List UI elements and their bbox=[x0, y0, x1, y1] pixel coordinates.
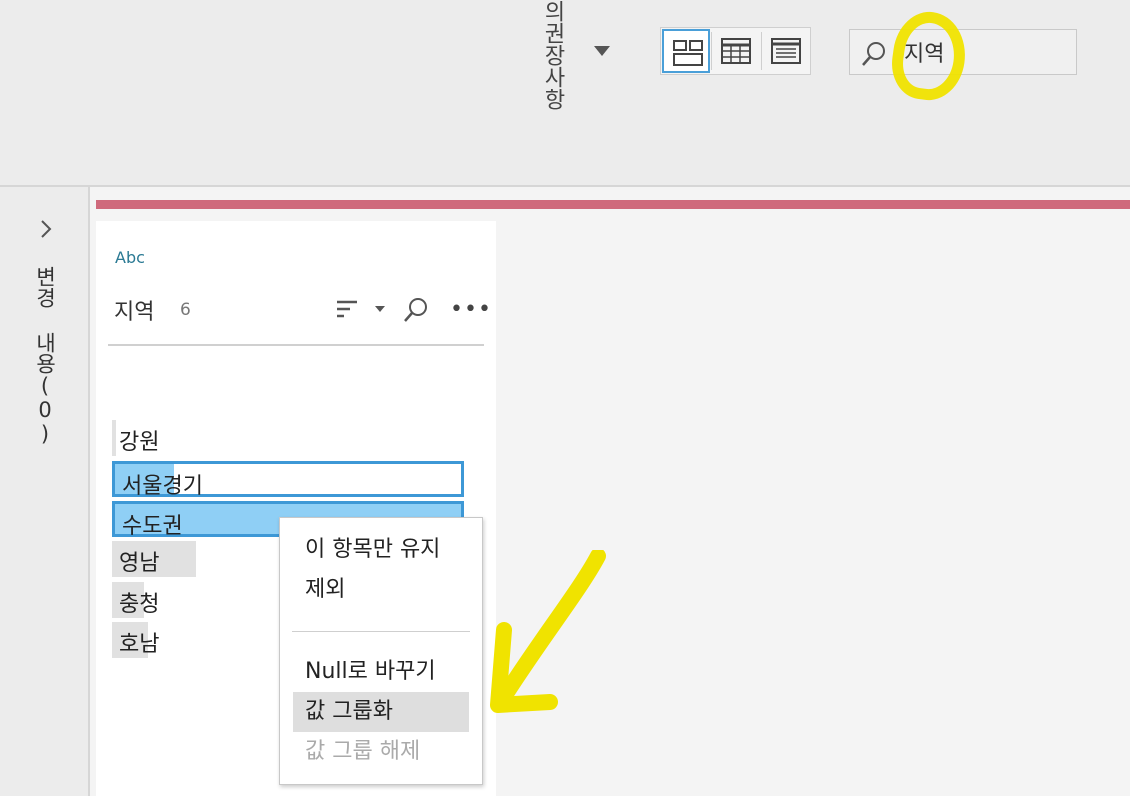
group-values-menu-item[interactable]: 값 그룹화 bbox=[293, 692, 469, 732]
changes-count-label[interactable]: 변경 내용(0) bbox=[28, 266, 62, 446]
value-row[interactable]: 서울경기 bbox=[112, 461, 464, 499]
search-icon bbox=[862, 42, 885, 66]
list-view-button[interactable] bbox=[762, 29, 810, 73]
value-label: 수도권 bbox=[122, 514, 183, 539]
recommendations-label[interactable]: 의권장사항 bbox=[540, 0, 568, 110]
context-menu: 이 항목만 유지 제외 Null로 바꾸기 값 그룹화 값 그룹 해제 bbox=[279, 517, 483, 785]
list-view-icon bbox=[771, 38, 801, 64]
value-label: 호남 bbox=[119, 632, 160, 657]
table-view-icon bbox=[721, 38, 751, 64]
profile-view-button[interactable] bbox=[662, 29, 710, 73]
replace-null-menu-item[interactable]: Null로 바꾸기 bbox=[293, 652, 469, 692]
field-name[interactable]: 지역 bbox=[114, 294, 154, 326]
value-label: 충청 bbox=[119, 592, 160, 617]
value-row[interactable]: 강원 bbox=[112, 420, 159, 456]
sort-icon[interactable] bbox=[336, 299, 360, 321]
search-icon[interactable] bbox=[402, 296, 430, 324]
table-view-button[interactable] bbox=[712, 29, 760, 73]
chevron-right-icon[interactable] bbox=[36, 218, 56, 240]
value-bar bbox=[112, 420, 116, 456]
value-row[interactable]: 호남 bbox=[112, 622, 225, 658]
field-search-box[interactable] bbox=[849, 29, 1077, 75]
keep-only-menu-item[interactable]: 이 항목만 유지 bbox=[293, 530, 469, 570]
value-row[interactable]: 충청 bbox=[112, 582, 218, 618]
search-input[interactable] bbox=[904, 36, 1064, 68]
caret-down-icon[interactable] bbox=[594, 46, 610, 56]
value-label: 강원 bbox=[119, 430, 160, 455]
step-color-bar bbox=[96, 200, 1130, 209]
card-divider bbox=[108, 344, 484, 346]
menu-separator bbox=[292, 631, 470, 632]
more-options-icon[interactable]: ••• bbox=[450, 299, 492, 321]
value-label: 영남 bbox=[119, 551, 160, 576]
data-type-label[interactable]: Abc bbox=[115, 248, 145, 267]
profile-view-icon bbox=[673, 40, 703, 66]
view-switcher bbox=[660, 27, 811, 75]
ungroup-values-menu-item: 값 그룹 해제 bbox=[305, 739, 421, 764]
value-label: 서울경기 bbox=[122, 474, 203, 499]
value-row[interactable]: 영남 bbox=[112, 541, 284, 577]
sort-caret-down-icon[interactable] bbox=[375, 306, 385, 312]
exclude-menu-item[interactable]: 제외 bbox=[293, 570, 469, 610]
field-value-count: 6 bbox=[180, 300, 191, 320]
